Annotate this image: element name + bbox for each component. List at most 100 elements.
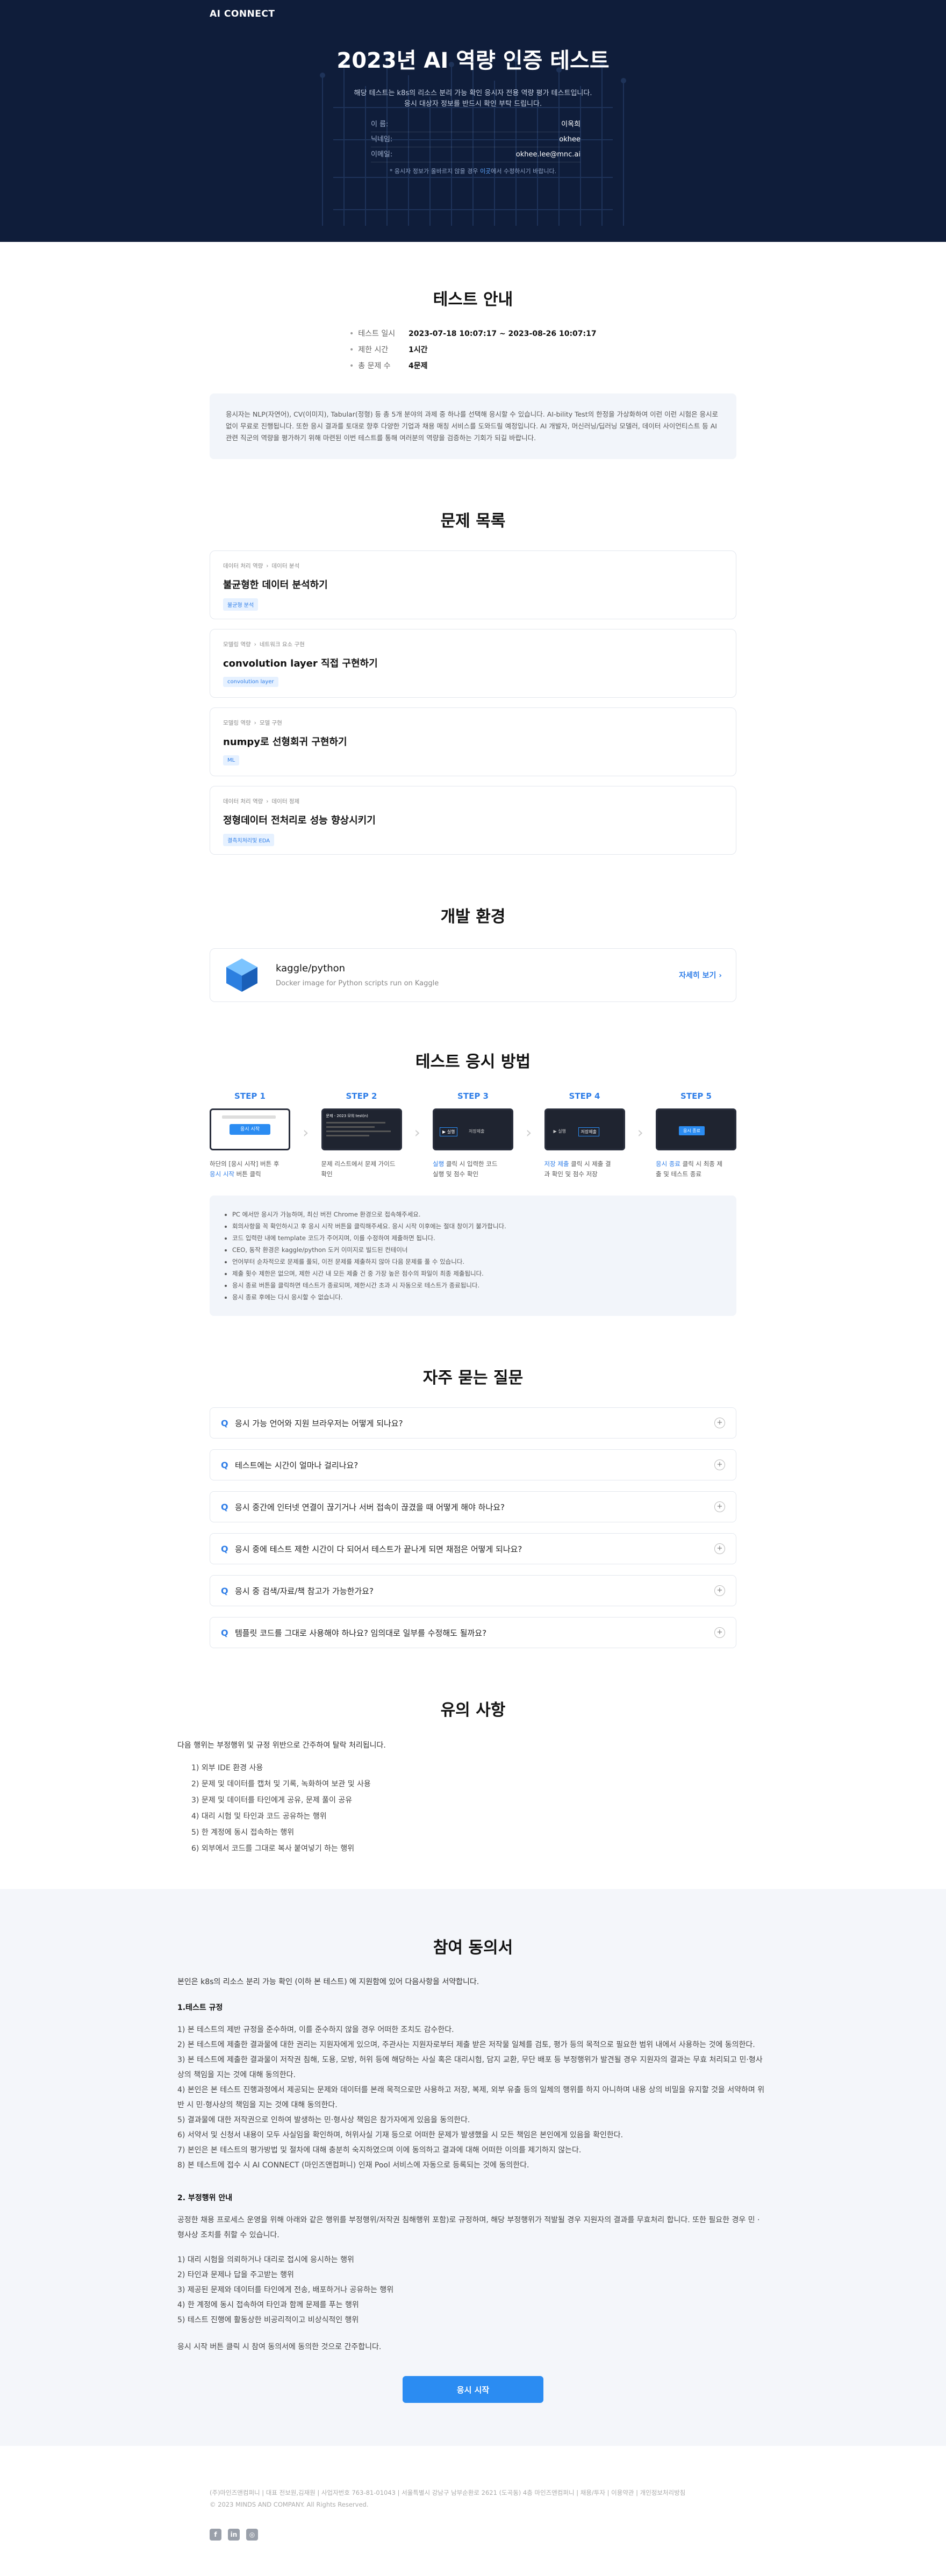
step-5: STEP 5 응시 종료 응시 종료 클릭 시 최종 제출 및 테스트 종료	[656, 1091, 736, 1179]
problem-tag: 결측치처리및 EDA	[223, 834, 275, 846]
problem-breadcrumb: 모델링 역량 › 모델 구현	[223, 719, 723, 727]
faq-question: 응시 중 검색/자료/책 참고가 가능한가요?	[235, 1586, 374, 1596]
chevron-right-icon: ›	[266, 563, 269, 569]
problem-breadcrumb: 데이터 처리 역량 › 데이터 정제	[223, 797, 723, 805]
caption-line: 출 및 테스트 종료	[656, 1170, 702, 1178]
problem-title: 불균형한 데이터 분석하기	[223, 579, 328, 591]
crumb-item: 데이터 처리 역량	[223, 563, 263, 569]
howto-note: 응시 종료 버튼을 클릭하면 테스트가 종료되며, 제한시간 초과 시 자동으로…	[232, 1279, 721, 1291]
step-4: STEP 4 ▶ 실행 저장제출 저장 제출 클릭 시 제출 결과 확인 및 점…	[544, 1091, 625, 1179]
guide-notice: 응시자는 NLP(자연어), CV(이미지), Tabular(정형) 등 총 …	[210, 393, 736, 459]
info-label: 닉네임:	[371, 135, 393, 144]
faq-list: Q 응시 가능 언어와 지원 브라우저는 어떻게 되나요? + Q 테스트에는 시간이…	[210, 1407, 736, 1648]
caution-item: 6) 외부에서 코드를 그대로 복사 붙여넣기 하는 행위	[191, 1844, 355, 1853]
start-test-button[interactable]: 응시 시작	[403, 2376, 543, 2403]
faq-item[interactable]: Q 응시 중 검색/자료/책 참고가 가능한가요? +	[210, 1575, 736, 1606]
consent-rule: 1) 본 테스트의 제반 규정을 준수하며, 이를 준수하지 않을 경우 어떠한…	[177, 2026, 454, 2034]
caution-intro: 다음 행위는 부정행위 및 규정 위반으로 간주하여 탈락 처리됩니다.	[177, 1741, 386, 1750]
chevron-right-icon: ›	[637, 1124, 643, 1141]
env-description: Docker image for Python scripts run on K…	[276, 979, 439, 988]
question-mark: Q	[221, 1501, 228, 1512]
step-screenshot: 문제 - 2023 모의 test(n)	[321, 1108, 402, 1150]
caution-item: 1) 외부 IDE 환경 사용	[191, 1764, 263, 1772]
plus-icon[interactable]: +	[714, 1627, 725, 1638]
faq-item[interactable]: Q 응시 중간에 인터넷 연결이 끊기거나 서버 접속이 끊겼을 때 어떻게 해야…	[210, 1491, 736, 1522]
applicant-name-row: 이 름: 이옥희	[371, 117, 580, 132]
howto-section: 테스트 응시 방법 STEP 1 응시 시작 하단의 [응시 시작] 버튼 후응…	[210, 1002, 736, 1316]
linkedin-icon[interactable]: in	[228, 2529, 240, 2541]
step-caption: 실행 클릭 시 입력한 코드 실행 및 점수 확인	[433, 1159, 513, 1179]
faq-item[interactable]: Q 응시 중에 테스트 제한 시간이 다 되어서 테스트가 끝나게 되면 채점은 …	[210, 1533, 736, 1564]
hero-description: 해당 테스트는 k8s의 리소스 분리 가능 확인 응시자 전용 역량 평가 테…	[0, 88, 946, 110]
plus-icon[interactable]: +	[714, 1543, 725, 1554]
consent-rule: 6) 서약서 및 신청서 내용이 모두 사실임을 확인하며, 허위사실 기재 등…	[177, 2131, 624, 2139]
facebook-icon[interactable]: f	[210, 2529, 221, 2541]
hero-desc-line: 해당 테스트는 k8s의 리소스 분리 가능 확인 응시자 전용 역량 평가 테…	[354, 89, 592, 97]
footer: (주)마인즈앤컴퍼니 | 대표 전보원,김재원 | 사업자번호 763-81-0…	[0, 2446, 946, 2576]
faq-item[interactable]: Q 템플릿 코드를 그대로 사용해야 하나요? 임의대로 일부를 수정해도 될까요…	[210, 1617, 736, 1648]
plus-icon[interactable]: +	[714, 1459, 725, 1470]
step-screenshot: 응시 종료	[656, 1108, 736, 1150]
step-start-button: 응시 시작	[230, 1124, 270, 1135]
problem-title: convolution layer 직접 구현하기	[223, 658, 378, 669]
section-title: 테스트 응시 방법	[415, 1053, 531, 1071]
problem-card[interactable]: 데이터 처리 역량 › 데이터 분석 불균형한 데이터 분석하기 불균형 분석	[210, 550, 736, 619]
copyright: © 2023 MINDS AND COMPANY. All Rights Res…	[210, 2501, 369, 2508]
guide-row: 총 문제 수4문제	[349, 358, 597, 374]
consent-closing: 응시 시작 버튼 클릭 시 참여 동의서에 동의한 것으로 간주합니다.	[177, 2343, 382, 2351]
caption-line: 실행 및 점수 확인	[433, 1170, 479, 1178]
chevron-right-icon: ›	[303, 1124, 309, 1141]
problem-breadcrumb: 데이터 처리 역량 › 데이터 분석	[223, 562, 723, 570]
caption-highlight: 저장 제출	[544, 1160, 569, 1168]
step-label: STEP 4	[569, 1091, 600, 1101]
question-mark: Q	[221, 1543, 228, 1554]
howto-note: 응시 종료 후에는 다시 응시할 수 없습니다.	[232, 1291, 721, 1303]
consent-rules: 1) 본 테스트의 제반 규정을 준수하며, 이를 준수하지 않을 경우 어떠한…	[177, 2022, 769, 2173]
brand-logo[interactable]: AI CONNECT	[210, 9, 275, 19]
step-2: STEP 2 문제 - 2023 모의 test(n) 문제 리스트에서 문제 …	[321, 1091, 402, 1179]
plus-icon[interactable]: +	[714, 1501, 725, 1512]
step-label: STEP 2	[346, 1091, 377, 1101]
caution-item: 4) 대리 시험 및 타인과 코드 공유하는 행위	[191, 1812, 327, 1821]
problem-card[interactable]: 모델링 역량 › 모델 구현 numpy로 선형회귀 구현하기 ML	[210, 707, 736, 776]
caption-line: 문제 리스트에서 문제 가이드	[321, 1160, 396, 1168]
consent-rule: 5) 결과물에 대한 저작권으로 인하여 발생하는 민·형사상 책임은 참가자에…	[177, 2116, 470, 2124]
cheating-list: 1) 대리 시험을 의뢰하거나 대리로 접시에 응시하는 행위 2) 타인과 문…	[177, 2252, 769, 2328]
consent-body: 참여 동의서 본인은 k8s의 리소스 분리 가능 확인 (이하 본 테스트) …	[177, 1934, 769, 2403]
run-button: ▶ 실행	[553, 1129, 566, 1134]
problem-card[interactable]: 모델링 역량 › 네트워크 요소 구현 convolution layer 직접 구…	[210, 629, 736, 698]
env-text: kaggle/python Docker image for Python sc…	[276, 963, 439, 988]
guide-label: 테스트 일시	[349, 326, 408, 342]
cheating-item: 1) 대리 시험을 의뢰하거나 대리로 접시에 응시하는 행위	[177, 2256, 354, 2264]
env-detail-link[interactable]: 자세히 보기 ›	[679, 970, 722, 981]
applicant-name: 이옥희	[561, 120, 580, 128]
caution-section: 유의 사항 다음 행위는 부정행위 및 규정 위반으로 간주하여 탈락 처리됩니…	[177, 1659, 769, 1857]
faq-item[interactable]: Q 테스트에는 시간이 얼마나 걸리나요? +	[210, 1449, 736, 1480]
question-mark: Q	[221, 1585, 228, 1596]
section-title: 참여 동의서	[433, 1938, 513, 1957]
consent-rule: 2) 본 테스트에 제출한 결과물에 대한 권리는 지원자에게 있으며, 주관사…	[177, 2041, 755, 2049]
cheating-item: 3) 제공된 문제와 데이터를 타인에게 전송, 배포하거나 공유하는 행위	[177, 2286, 394, 2294]
problem-card[interactable]: 데이터 처리 역량 › 데이터 정제 정형데이터 전처리로 성능 향상시키기 결측치…	[210, 786, 736, 855]
section-title: 개발 환경	[440, 907, 506, 926]
chevron-right-icon: ›	[254, 641, 256, 648]
section-title: 유의 사항	[440, 1701, 506, 1720]
problem-list: 데이터 처리 역량 › 데이터 분석 불균형한 데이터 분석하기 불균형 분석 모델…	[210, 550, 736, 855]
step-caption: 응시 종료 클릭 시 최종 제출 및 테스트 종료	[656, 1159, 736, 1179]
section-title: 자주 묻는 질문	[422, 1369, 524, 1387]
step-1: STEP 1 응시 시작 하단의 [응시 시작] 버튼 후 응시 시작 버튼 클릭	[210, 1091, 290, 1179]
plus-icon[interactable]: +	[714, 1418, 725, 1428]
howto-note: 언어부터 순차적으로 문제를 풀되, 이전 문제를 제출하지 않아 다음 문제를…	[232, 1256, 721, 1268]
faq-section: 자주 묻는 질문 Q 응시 가능 언어와 지원 브라우저는 어떻게 되나요? + Q…	[210, 1316, 736, 1648]
instagram-icon[interactable]: ◎	[246, 2529, 258, 2541]
faq-question: 응시 중간에 인터넷 연결이 끊기거나 서버 접속이 끊겼을 때 어떻게 해야 …	[235, 1502, 505, 1512]
note-text: * 응시자 정보가 올바르지 않을 경우	[389, 168, 481, 175]
plus-icon[interactable]: +	[714, 1585, 725, 1596]
hero-desc-line: 응시 대상자 정보를 반드시 확인 부탁 드립니다.	[404, 100, 542, 108]
consent-heading: 2. 부정행위 안내	[177, 2194, 233, 2202]
faq-item[interactable]: Q 응시 가능 언어와 지원 브라우저는 어떻게 되나요? +	[210, 1407, 736, 1439]
cheating-intro: 공정한 채용 프로세스 운영을 위해 아래와 같은 행위를 부정행위/저작권 침…	[177, 2216, 760, 2239]
step-screenshot: 응시 시작	[210, 1108, 290, 1150]
howto-notes: PC 에서만 응시가 가능하며, 최신 버전 Chrome 환경으로 접속해주세…	[210, 1196, 736, 1316]
edit-info-link[interactable]: 이곳	[480, 168, 491, 175]
